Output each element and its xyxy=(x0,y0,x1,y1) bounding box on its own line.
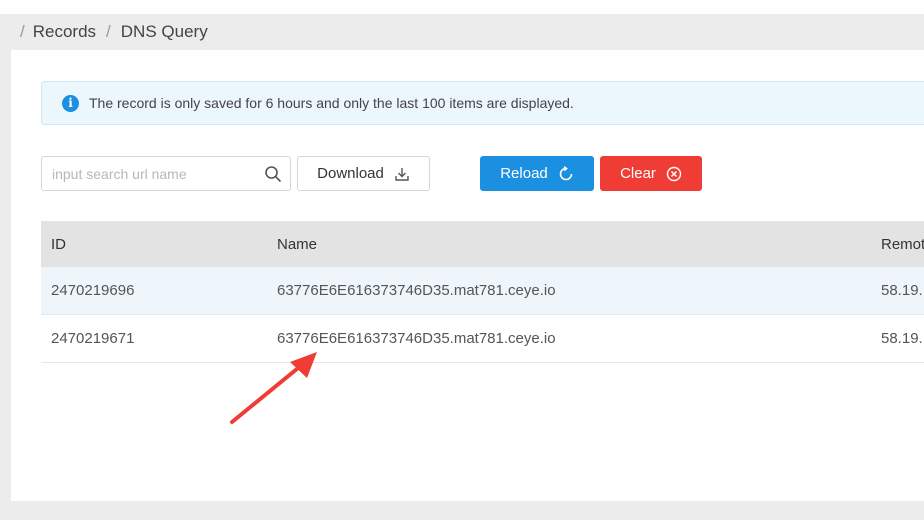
search-input[interactable] xyxy=(42,157,252,190)
download-button-label: Download xyxy=(317,165,384,182)
top-band xyxy=(0,0,924,14)
download-button[interactable]: Download xyxy=(297,156,430,191)
records-table: ID Name Remot 2470219696 63776E6E6163737… xyxy=(41,221,924,363)
column-header-remote: Remot xyxy=(881,235,924,253)
table-row[interactable]: 2470219696 63776E6E616373746D35.mat781.c… xyxy=(41,267,924,315)
column-header-id: ID xyxy=(51,235,66,253)
breadcrumb-item-dns-query: DNS Query xyxy=(120,22,208,41)
clear-button-label: Clear xyxy=(620,165,656,182)
breadcrumb-item-records[interactable]: Records xyxy=(33,22,96,42)
download-icon xyxy=(395,167,409,181)
cell-name: 63776E6E616373746D35.mat781.ceye.io xyxy=(277,282,556,299)
cell-id: 2470219671 xyxy=(51,330,135,347)
cell-remote: 58.19. xyxy=(881,282,923,299)
search-box xyxy=(41,156,291,191)
breadcrumb-separator: / xyxy=(106,22,111,41)
cell-remote: 58.19. xyxy=(881,330,923,347)
reload-button-label: Reload xyxy=(500,165,548,182)
column-header-name: Name xyxy=(277,235,318,253)
breadcrumb-separator: / xyxy=(20,22,25,41)
clear-button[interactable]: Clear xyxy=(600,156,702,191)
info-alert: i The record is only saved for 6 hours a… xyxy=(41,81,924,125)
table-row[interactable]: 2470219671 63776E6E616373746D35.mat781.c… xyxy=(41,315,924,363)
info-icon: i xyxy=(62,94,79,112)
cell-name: 63776E6E616373746D35.mat781.ceye.io xyxy=(277,330,556,347)
alert-text: The record is only saved for 6 hours and… xyxy=(89,95,574,111)
reload-button[interactable]: Reload xyxy=(480,156,594,191)
cell-id: 2470219696 xyxy=(51,282,135,299)
search-icon[interactable] xyxy=(264,165,282,183)
refresh-icon xyxy=(559,165,573,180)
annotation-arrow xyxy=(230,352,317,424)
close-circle-icon xyxy=(666,166,682,181)
breadcrumb: / Records / DNS Query xyxy=(0,14,208,50)
table-header: ID Name Remot xyxy=(41,221,924,267)
